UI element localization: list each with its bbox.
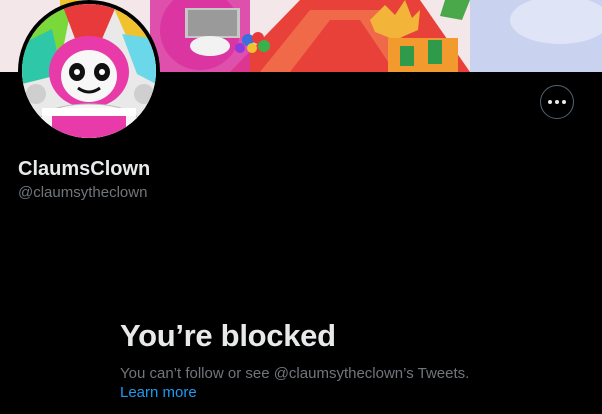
learn-more-link[interactable]: Learn more xyxy=(120,383,197,403)
profile-handle: @claumsytheclown xyxy=(18,184,148,201)
profile-display-name: ClaumsClown xyxy=(18,158,151,180)
more-horizontal-icon xyxy=(548,100,566,104)
blocked-title: You’re blocked xyxy=(120,318,336,353)
avatar[interactable] xyxy=(18,0,160,142)
profile-page: ClaumsClown @claumsytheclown You’re bloc… xyxy=(0,0,602,414)
avatar-image xyxy=(22,4,156,138)
more-options-button[interactable] xyxy=(540,85,574,119)
blocked-description: You can’t follow or see @claumsytheclown… xyxy=(120,365,470,382)
